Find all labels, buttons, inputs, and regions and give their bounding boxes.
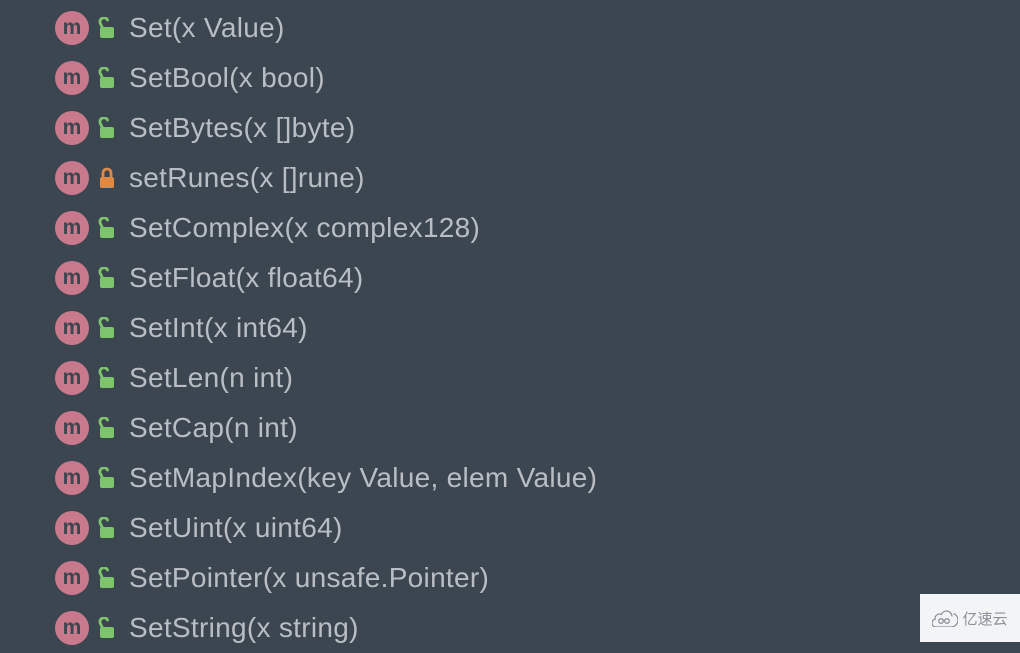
- cloud-icon: [932, 609, 958, 627]
- method-type-icon: m: [55, 311, 89, 345]
- method-label: SetBool(x bool): [129, 62, 325, 94]
- method-row[interactable]: m SetPointer(x unsafe.Pointer): [55, 553, 1020, 603]
- method-type-icon: m: [55, 411, 89, 445]
- method-row[interactable]: m setRunes(x []rune): [55, 153, 1020, 203]
- method-label: SetLen(n int): [129, 362, 293, 394]
- method-type-icon: m: [55, 61, 89, 95]
- unlocked-icon: [98, 67, 116, 89]
- unlocked-icon: [98, 217, 116, 239]
- unlocked-icon: [98, 417, 116, 439]
- method-type-icon: m: [55, 261, 89, 295]
- unlocked-icon: [98, 467, 116, 489]
- method-label: Set(x Value): [129, 12, 285, 44]
- watermark-text: 亿速云: [962, 608, 1007, 629]
- method-row[interactable]: m SetString(x string): [55, 603, 1020, 653]
- unlocked-icon: [98, 567, 116, 589]
- method-row[interactable]: m SetInt(x int64): [55, 303, 1020, 353]
- unlocked-icon: [98, 367, 116, 389]
- method-type-icon: m: [55, 561, 89, 595]
- method-label: SetComplex(x complex128): [129, 212, 480, 244]
- method-label: SetFloat(x float64): [129, 262, 363, 294]
- method-type-icon: m: [55, 111, 89, 145]
- method-type-icon: m: [55, 161, 89, 195]
- method-type-icon: m: [55, 11, 89, 45]
- unlocked-icon: [98, 317, 116, 339]
- method-row[interactable]: m SetComplex(x complex128): [55, 203, 1020, 253]
- method-label: SetCap(n int): [129, 412, 298, 444]
- method-label: SetPointer(x unsafe.Pointer): [129, 562, 489, 594]
- locked-icon: [98, 167, 116, 189]
- watermark-badge: 亿速云: [920, 594, 1020, 642]
- method-row[interactable]: m SetUint(x uint64): [55, 503, 1020, 553]
- method-row[interactable]: m SetBytes(x []byte): [55, 103, 1020, 153]
- method-row[interactable]: m Set(x Value): [55, 3, 1020, 53]
- method-label: SetUint(x uint64): [129, 512, 343, 544]
- method-label: SetBytes(x []byte): [129, 112, 355, 144]
- method-type-icon: m: [55, 211, 89, 245]
- method-label: SetString(x string): [129, 612, 359, 644]
- method-list: m Set(x Value) m SetBool(x bool) m SetBytes(x…: [0, 0, 1020, 653]
- unlocked-icon: [98, 517, 116, 539]
- unlocked-icon: [98, 17, 116, 39]
- method-type-icon: m: [55, 511, 89, 545]
- method-row[interactable]: m SetLen(n int): [55, 353, 1020, 403]
- method-type-icon: m: [55, 361, 89, 395]
- method-row[interactable]: m SetFloat(x float64): [55, 253, 1020, 303]
- unlocked-icon: [98, 117, 116, 139]
- unlocked-icon: [98, 267, 116, 289]
- method-row[interactable]: m SetMapIndex(key Value, elem Value): [55, 453, 1020, 503]
- method-type-icon: m: [55, 611, 89, 645]
- unlocked-icon: [98, 617, 116, 639]
- method-label: setRunes(x []rune): [129, 162, 365, 194]
- method-type-icon: m: [55, 461, 89, 495]
- method-row[interactable]: m SetBool(x bool): [55, 53, 1020, 103]
- method-label: SetInt(x int64): [129, 312, 308, 344]
- method-row[interactable]: m SetCap(n int): [55, 403, 1020, 453]
- method-label: SetMapIndex(key Value, elem Value): [129, 462, 597, 494]
